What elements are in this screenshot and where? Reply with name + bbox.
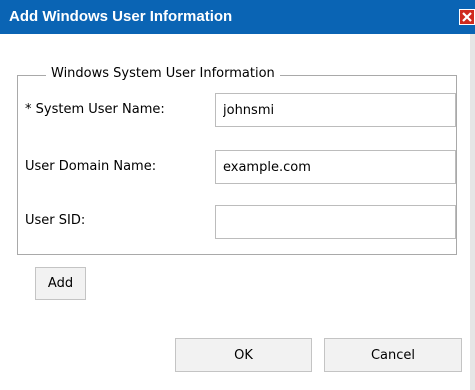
cancel-button[interactable]: Cancel bbox=[324, 338, 462, 372]
add-windows-user-dialog: Add Windows User Information Windows Sys… bbox=[0, 0, 475, 390]
groupbox-legend: Windows System User Information bbox=[46, 65, 280, 83]
user-sid-label: User SID: bbox=[25, 213, 86, 228]
close-x-icon bbox=[462, 12, 472, 22]
dialog-right-border bbox=[470, 34, 475, 390]
user-sid-input[interactable] bbox=[215, 205, 456, 239]
close-button[interactable] bbox=[459, 9, 475, 25]
user-domain-name-label: User Domain Name: bbox=[25, 159, 157, 174]
dialog-title: Add Windows User Information bbox=[9, 8, 233, 25]
system-user-name-label: * System User Name: bbox=[25, 102, 165, 117]
add-button[interactable]: Add bbox=[35, 267, 86, 300]
user-domain-name-input[interactable] bbox=[215, 150, 456, 184]
ok-button[interactable]: OK bbox=[175, 338, 312, 372]
system-user-name-input[interactable] bbox=[215, 93, 456, 127]
dialog-titlebar: Add Windows User Information bbox=[0, 0, 475, 34]
